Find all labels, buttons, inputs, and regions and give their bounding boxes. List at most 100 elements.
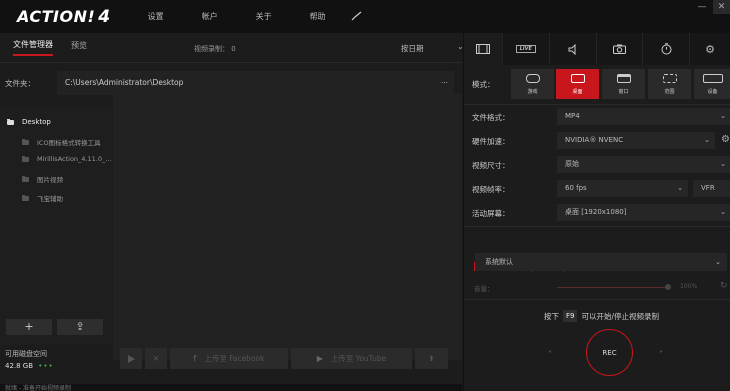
mode-window-button[interactable]: 窗口	[602, 69, 645, 99]
right-tab-row: LIVE ⚙	[464, 33, 730, 65]
tree-item-root[interactable]: Desktop	[7, 118, 51, 126]
mode-device-label: 设备	[707, 89, 718, 95]
hotkey-hint: 按下 F9 可以开始/停止视频录制	[544, 310, 659, 322]
folder-icon	[22, 175, 29, 182]
menu-about[interactable]: 关于	[237, 11, 291, 23]
mode-device-button[interactable]: 设备	[694, 69, 730, 99]
status-bar: 就绪 - 准备开始视频录制	[0, 384, 462, 391]
volume-slider-handle[interactable]	[665, 284, 671, 290]
play-icon	[127, 354, 135, 363]
upload-icon: ⬆	[428, 354, 435, 363]
chevron-left-icon[interactable]: ◂	[548, 348, 551, 355]
upload-facebook-button[interactable]: f 上传至 Facebook	[170, 348, 288, 369]
camera-icon	[612, 44, 626, 54]
chevron-down-icon: ⌄	[720, 208, 726, 216]
hw-accel-select[interactable]: NVIDIA® NVENC ⌄	[557, 132, 715, 149]
folder-icon	[22, 155, 29, 162]
mode-desktop-label: 桌面	[572, 89, 583, 95]
tab-video-recording[interactable]	[464, 33, 503, 65]
volume-label: 音量：	[474, 285, 494, 293]
add-folder-button[interactable]: +	[6, 319, 52, 335]
sort-select[interactable]: 按日期 ⌄	[401, 42, 464, 54]
window-controls: — ✕	[691, 0, 730, 14]
audio-icon	[568, 43, 576, 55]
file-format-value: MP4	[565, 112, 580, 120]
disk-space-label: 可用磁盘空间	[5, 350, 47, 358]
play-button[interactable]	[120, 348, 142, 369]
chevron-down-icon: ⌄	[720, 160, 726, 168]
chevron-right-icon[interactable]: ▸	[660, 348, 663, 355]
menu-account[interactable]: 帐户	[183, 11, 237, 23]
hotkey-prefix: 按下	[544, 311, 559, 321]
volume-percent: 100%	[680, 283, 698, 290]
disk-space-value: 42.8 GB	[5, 362, 34, 370]
file-format-select[interactable]: MP4 ⌄	[557, 108, 730, 125]
video-size-value: 原始	[565, 160, 579, 168]
gamepad-icon	[525, 74, 540, 83]
divider	[464, 299, 730, 300]
tab-audio[interactable]	[550, 33, 597, 65]
mode-region-button[interactable]: 范围	[648, 69, 691, 99]
gear-icon: ⚙	[705, 42, 716, 56]
upload-button[interactable]: ⬆	[415, 348, 448, 369]
tab-screenshot[interactable]	[597, 33, 644, 65]
file-format-label: 文件格式：	[472, 113, 510, 122]
desktop-icon	[570, 74, 585, 83]
rec-button[interactable]: REC	[586, 329, 633, 376]
left-tab-row: 文件管理器 预览 视频录制： 0 按日期 ⌄	[0, 33, 464, 63]
tree-item-label: 飞宝辅助	[37, 195, 63, 203]
close-button[interactable]: ✕	[713, 0, 730, 14]
chevron-down-icon: ⌄	[677, 184, 683, 192]
tab-live[interactable]: LIVE	[503, 33, 550, 65]
title-bar: ACTION! 4 设置 帐户 关于 帮助 — ✕	[0, 0, 730, 33]
left-panel: 文件管理器 预览 视频录制： 0 按日期 ⌄ 文件夹： C:\Users\Adm…	[0, 33, 464, 391]
menu-help[interactable]: 帮助	[291, 11, 345, 23]
tree-item-label: ICO图标格式转换工具	[37, 139, 101, 147]
audio-device-select[interactable]: 系统默认 ⌄	[475, 253, 727, 271]
main-menu: 设置 帐户 关于 帮助	[129, 11, 369, 23]
rec-label: REC	[602, 348, 617, 357]
minimize-button[interactable]: —	[691, 0, 713, 14]
active-screen-select[interactable]: 桌面 [1920x1080] ⌄	[557, 204, 730, 221]
upload-facebook-label: 上传至 Facebook	[204, 354, 265, 363]
tree-item[interactable]: 飞宝辅助	[22, 193, 63, 203]
active-screen-label: 活动屏幕：	[472, 209, 510, 218]
youtube-icon: ▶	[316, 354, 323, 363]
file-list-area[interactable]	[113, 94, 462, 360]
tab-timer[interactable]	[643, 33, 691, 65]
frame-rate-select[interactable]: 60 fps ⌄	[557, 180, 688, 197]
tree-buttons: + ⇪	[6, 319, 108, 335]
mode-game-button[interactable]: 游戏	[511, 69, 554, 99]
tree-item[interactable]: ICO图标格式转换工具	[22, 137, 101, 147]
upload-youtube-button[interactable]: ▶ 上传至 YouTube	[291, 348, 412, 369]
folder-path-field[interactable]: C:\Users\Administrator\Desktop ...	[57, 71, 454, 95]
folder-path-text: C:\Users\Administrator\Desktop	[65, 78, 184, 87]
menu-settings[interactable]: 设置	[129, 11, 183, 23]
video-size-row: 视频尺寸： 原始 ⌄	[464, 155, 730, 175]
disk-space: 可用磁盘空间 42.8 GB •••	[5, 349, 54, 370]
tab-file-manager[interactable]: 文件管理器	[13, 39, 53, 56]
close-icon: ✕	[152, 354, 160, 363]
folder-icon	[22, 194, 29, 201]
browse-folder-button[interactable]: ...	[441, 69, 448, 93]
mode-desktop-button[interactable]: 桌面	[556, 69, 599, 99]
chevron-down-icon: ⌄	[715, 258, 721, 266]
delete-button[interactable]: ✕	[145, 348, 167, 369]
frame-rate-mode-value: VFR	[701, 184, 715, 192]
tree-item[interactable]: 图片视频	[22, 174, 63, 184]
logo-version: 4	[98, 6, 111, 27]
frame-rate-mode-select[interactable]: VFR	[693, 180, 730, 197]
folder-tree: Desktop ICO图标格式转换工具 MirillisAction_4.11.…	[0, 107, 112, 345]
tab-settings[interactable]: ⚙	[690, 33, 730, 65]
hotkey-suffix: 可以开始/停止视频录制	[581, 311, 660, 321]
video-size-select[interactable]: 原始 ⌄	[557, 156, 730, 173]
tree-item[interactable]: MirillisAction_4.11.0_...	[22, 155, 111, 163]
device-icon	[702, 74, 723, 83]
import-folder-button[interactable]: ⇪	[57, 319, 103, 335]
tab-preview[interactable]: 预览	[71, 40, 87, 55]
brush-icon[interactable]	[345, 11, 369, 23]
video-size-label: 视频尺寸：	[472, 161, 510, 170]
volume-reset-icon[interactable]: ↻	[720, 281, 728, 291]
hw-accel-settings-icon[interactable]: ⚙	[721, 134, 730, 145]
region-icon	[662, 74, 677, 83]
